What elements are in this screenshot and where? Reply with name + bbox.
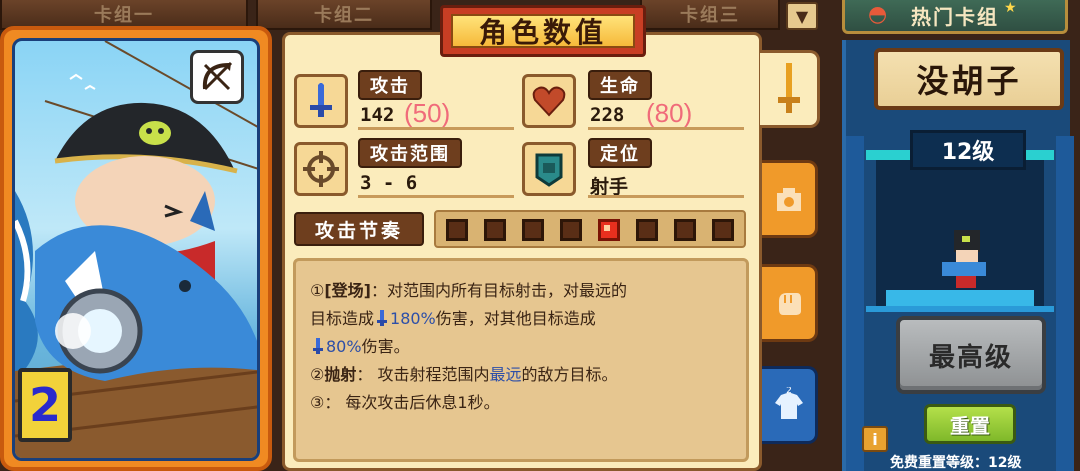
desc-line-3: 80%伤害。 [310, 333, 732, 361]
max-level-button[interactable]: 最高级 [896, 316, 1046, 394]
shirt-icon: 2 [774, 387, 803, 419]
attack-label: 攻击 [358, 70, 422, 100]
deck-dropdown-button[interactable]: ▼ [786, 2, 818, 30]
attack-overlay-value: (50) [404, 98, 451, 128]
desc-line-4: ②抛射： 攻击射程范围内最远的敌方目标。 [310, 361, 732, 389]
sword-icon [313, 338, 323, 354]
sword-icon [377, 310, 388, 326]
rhythm-beat [674, 219, 696, 241]
desc-text: 目标造成 [310, 309, 375, 328]
camera-icon [776, 188, 801, 211]
desc-line-1: ①[登场]：对范围内所有目标射击，对最远的 [310, 277, 732, 305]
rhythm-beat [484, 219, 506, 241]
range-icon-box [294, 142, 348, 196]
hp-overlay-value: (80) [646, 98, 693, 128]
role-label: 定位 [588, 138, 652, 168]
hero-card: 2 [0, 26, 272, 471]
info-button[interactable]: i [862, 426, 888, 452]
skill-description: ①[登场]：对范围内所有目标射击，对最远的 目标造成 180%伤害，对其他目标造成… [293, 258, 749, 462]
rhythm-beat [446, 219, 468, 241]
range-underline [358, 195, 514, 198]
tab-hot-decks-label: 热门卡组 [911, 5, 999, 29]
hp-value: 228 [590, 104, 625, 126]
reset-button[interactable]: 重置 [924, 404, 1016, 444]
tab-deck-2-label: 卡组二 [314, 5, 374, 26]
desc-line-2: 目标造成 180%伤害，对其他目标造成 [310, 305, 732, 333]
role-icon-box [522, 142, 576, 196]
role-underline [588, 195, 744, 198]
fan-icon: ◓ [868, 2, 888, 27]
sword-icon [310, 83, 332, 117]
hp-label: 生命 [588, 70, 652, 100]
desc-percent: 180% [390, 309, 436, 328]
attack-rhythm-bar [434, 210, 746, 248]
desc-text: 伤害，对其他目标造成 [435, 309, 596, 328]
desc-text: ： 攻击射程范围内 [356, 365, 490, 384]
rhythm-beat [636, 219, 658, 241]
rarity-badge: 2 [18, 368, 72, 442]
desc-text: 的敌方目标。 [521, 365, 618, 384]
attack-underline [358, 127, 514, 130]
crosshair-icon [303, 151, 339, 187]
desc-highlight: 最远 [489, 365, 522, 384]
desc-text: 伤害。 [361, 337, 410, 356]
free-reset-level-text: 免费重置等级：12级 [890, 455, 1022, 471]
attack-value: 142 [360, 104, 395, 126]
rhythm-beat [712, 219, 734, 241]
svg-text:2: 2 [786, 387, 792, 396]
desc-tag-lob: 抛射 [324, 365, 357, 384]
desc-tag-enter: [登场] [324, 281, 371, 300]
page-title: 角色数值 [451, 14, 635, 49]
side-tab-outfit[interactable]: 2 [762, 366, 818, 444]
tab-deck-3-label: 卡组三 [680, 5, 740, 26]
desc-text: ：对范围内所有目标射击，对最远的 [370, 281, 627, 300]
sword-icon [777, 63, 800, 113]
tab-deck-3[interactable]: 卡组三 [640, 0, 780, 30]
heart-icon [532, 86, 566, 117]
attack-icon-box [294, 74, 348, 128]
star-icon: ★ [1004, 0, 1017, 16]
hero-level-badge: 12级 [910, 130, 1026, 170]
bow-arrow-icon [202, 61, 233, 91]
role-shield-icon [535, 153, 563, 187]
rhythm-beat [522, 219, 544, 241]
chevron-down-icon: ▼ [795, 6, 809, 26]
fist-icon [778, 293, 801, 315]
title-plate: 角色数值 [440, 5, 646, 57]
rhythm-beat-active [598, 219, 620, 241]
tab-deck-2[interactable]: 卡组二 [256, 0, 432, 30]
side-tab-skin[interactable] [762, 160, 818, 238]
side-tab-ability[interactable] [762, 264, 818, 342]
hp-underline [588, 127, 744, 130]
desc-bullet: ① [310, 281, 325, 300]
hero-name: 没胡子 [874, 48, 1064, 110]
desc-line-5: ③： 每次攻击后休息1秒。 [310, 393, 500, 412]
rhythm-beat [560, 219, 582, 241]
tab-deck-1-label: 卡组一 [94, 5, 154, 26]
desc-bullet: ② [310, 365, 325, 384]
attack-rhythm-label: 攻击节奏 [294, 212, 424, 246]
desc-percent: 80% [326, 337, 362, 356]
range-value: 3 - 6 [360, 172, 418, 194]
side-tab-stats[interactable] [760, 50, 820, 128]
range-label: 攻击范围 [358, 138, 462, 168]
archer-class-badge [190, 50, 244, 104]
rarity-rank: 2 [28, 378, 61, 432]
hp-icon-box [522, 74, 576, 128]
